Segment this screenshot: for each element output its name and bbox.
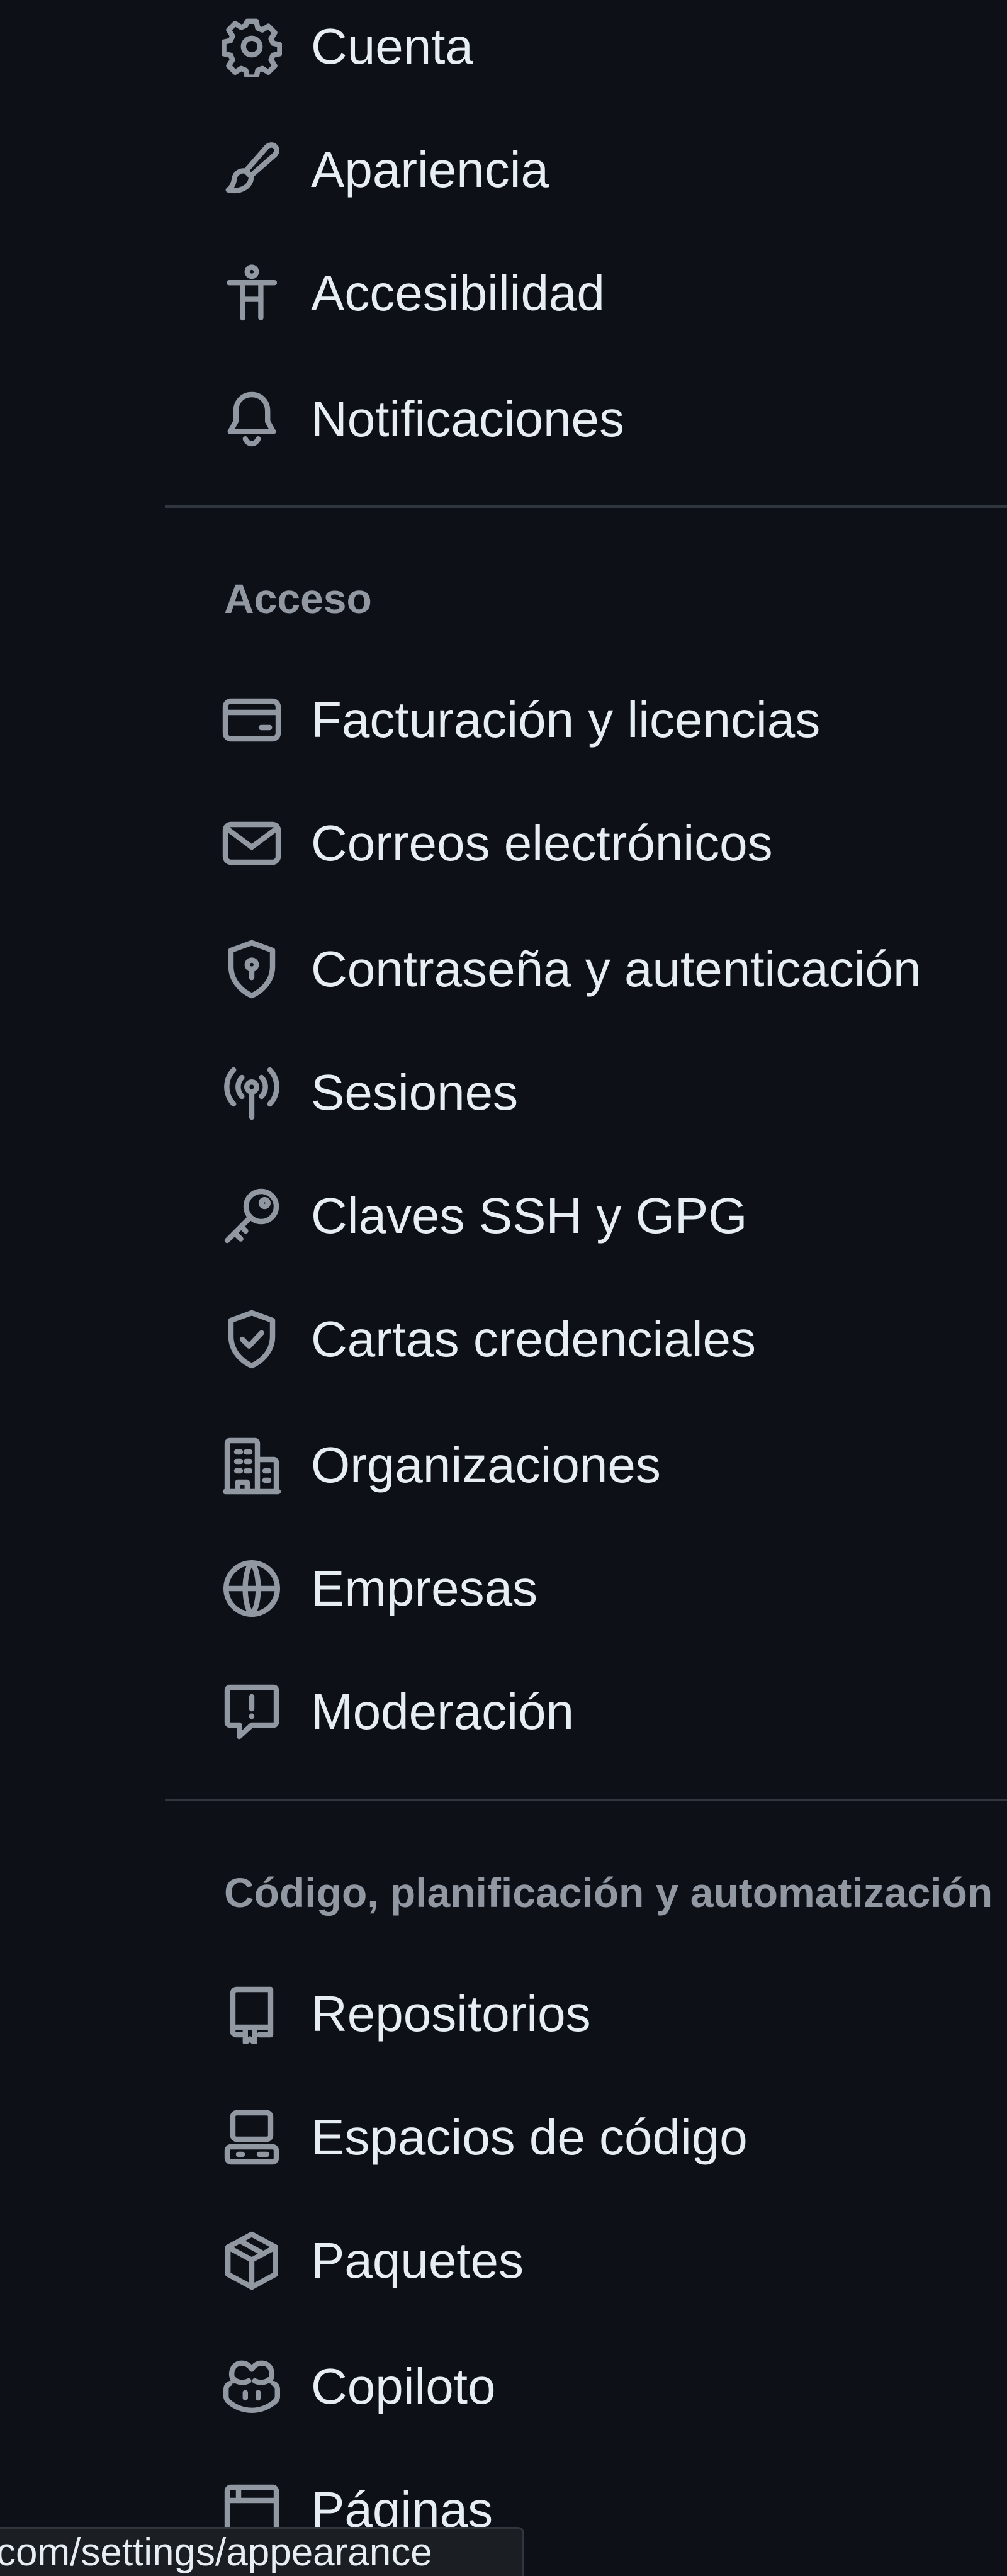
link-preview-status-bar: com/settings/appearance: [0, 2527, 524, 2576]
bell-icon: [222, 386, 287, 452]
sidebar-item-label: Accesibilidad: [311, 265, 605, 321]
sidebar-item-espacios-codigo[interactable]: Espacios de código: [222, 2100, 748, 2175]
sidebar-item-label: Contraseña y autenticación: [311, 941, 921, 997]
sidebar-item-contrasena[interactable]: Contraseña y autenticación: [222, 931, 921, 1007]
report-icon: [222, 1679, 287, 1745]
status-url: com/settings/appearance: [0, 2531, 432, 2574]
sidebar-item-cartas-credenciales[interactable]: Cartas credenciales: [222, 1302, 756, 1377]
sidebar-item-label: Correos electrónicos: [311, 815, 773, 871]
sidebar-item-paquetes[interactable]: Paquetes: [222, 2223, 524, 2298]
section-divider: [165, 1799, 1007, 1801]
key-icon: [222, 1183, 287, 1249]
paintbrush-icon: [222, 137, 287, 203]
sidebar-item-correos[interactable]: Correos electrónicos: [222, 806, 773, 881]
sidebar-item-notificaciones[interactable]: Notificaciones: [222, 381, 624, 457]
sidebar-item-label: Facturación y licencias: [311, 692, 821, 748]
shield-lock-icon: [222, 936, 287, 1002]
sidebar-item-sesiones[interactable]: Sesiones: [222, 1055, 518, 1130]
sidebar-item-label: Claves SSH y GPG: [311, 1188, 748, 1244]
sidebar-item-label: Apariencia: [311, 142, 549, 198]
sidebar-item-moderacion[interactable]: Moderación: [222, 1674, 574, 1750]
repo-icon: [222, 1981, 287, 2047]
sidebar-item-apariencia[interactable]: Apariencia: [222, 132, 549, 208]
organization-icon: [222, 1432, 287, 1498]
shield-check-icon: [222, 1307, 287, 1372]
codespaces-icon: [222, 2105, 287, 2170]
sidebar-item-label: Moderación: [311, 1684, 575, 1740]
mail-icon: [222, 811, 287, 876]
sidebar-item-label: Cuenta: [311, 18, 473, 74]
sidebar-item-claves-ssh[interactable]: Claves SSH y GPG: [222, 1178, 748, 1254]
sidebar-item-label: Espacios de código: [311, 2109, 748, 2165]
sidebar-item-label: Organizaciones: [311, 1437, 661, 1493]
sidebar-item-organizaciones[interactable]: Organizaciones: [222, 1427, 661, 1503]
package-icon: [222, 2228, 287, 2293]
credit-card-icon: [222, 687, 287, 753]
sidebar-item-label: Paquetes: [311, 2232, 524, 2288]
sidebar-item-cuenta[interactable]: Cuenta: [222, 9, 473, 84]
sidebar-item-copiloto[interactable]: Copiloto: [222, 2349, 496, 2424]
sidebar-item-facturacion[interactable]: Facturación y licencias: [222, 682, 820, 758]
sidebar-item-empresas[interactable]: Empresas: [222, 1551, 537, 1626]
sidebar-item-label: Notificaciones: [311, 391, 625, 447]
globe-icon: [222, 1556, 287, 1621]
sidebar-item-label: Empresas: [311, 1560, 538, 1616]
sidebar-item-label: Copiloto: [311, 2358, 496, 2414]
gear-icon: [222, 14, 287, 79]
section-heading-codigo: Código, planificación y automatización: [224, 1869, 993, 1916]
broadcast-icon: [222, 1060, 287, 1125]
sidebar-item-label: Cartas credenciales: [311, 1311, 756, 1367]
sidebar-item-label: Sesiones: [311, 1064, 519, 1120]
section-divider: [165, 505, 1007, 508]
section-heading-acceso: Acceso: [224, 575, 372, 622]
sidebar-item-repositorios[interactable]: Repositorios: [222, 1976, 591, 2052]
settings-sidebar: Cuenta Apariencia Accesibilidad Notifica…: [0, 0, 1007, 2576]
copilot-icon: [222, 2354, 287, 2419]
sidebar-item-accesibilidad[interactable]: Accesibilidad: [222, 256, 605, 331]
accessibility-icon: [222, 261, 287, 326]
sidebar-item-label: Repositorios: [311, 1986, 591, 2042]
